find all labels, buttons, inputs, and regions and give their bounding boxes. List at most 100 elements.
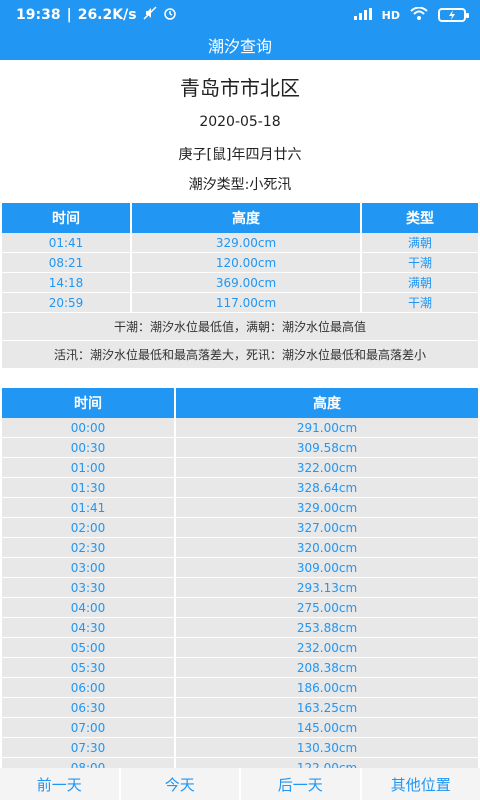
time-cell: 00:00 bbox=[2, 418, 176, 438]
table-row: 03:30 293.13cm bbox=[2, 578, 478, 598]
time-cell: 20:59 bbox=[2, 293, 132, 313]
type-cell: 满朝 bbox=[362, 273, 478, 293]
time-cell: 01:41 bbox=[2, 498, 176, 518]
table-row: 05:00 232.00cm bbox=[2, 638, 478, 658]
height-cell: 293.13cm bbox=[176, 578, 478, 598]
tide-note-2: 活汛：潮汐水位最低和最高落差大，死讯：潮汐水位最低和最高落差小 bbox=[2, 341, 478, 369]
table-row: 00:30 309.58cm bbox=[2, 438, 478, 458]
table-row: 08:21 120.00cm 干潮 bbox=[2, 253, 478, 273]
header-time: 时间 bbox=[2, 388, 176, 418]
header-type: 类型 bbox=[362, 203, 478, 233]
height-cell: 186.00cm bbox=[176, 678, 478, 698]
time-cell: 01:00 bbox=[2, 458, 176, 478]
summary-table-header: 时间 高度 类型 bbox=[2, 203, 478, 233]
time-cell: 02:30 bbox=[2, 538, 176, 558]
height-cell: 117.00cm bbox=[132, 293, 362, 313]
next-day-button[interactable]: 后一天 bbox=[241, 768, 362, 800]
height-cell: 322.00cm bbox=[176, 458, 478, 478]
table-row: 05:30 208.38cm bbox=[2, 658, 478, 678]
time-cell: 05:30 bbox=[2, 658, 176, 678]
type-cell: 满朝 bbox=[362, 233, 478, 253]
type-cell: 干潮 bbox=[362, 253, 478, 273]
status-separator: | bbox=[66, 7, 72, 23]
time-cell: 14:18 bbox=[2, 273, 132, 293]
table-row: 04:00 275.00cm bbox=[2, 598, 478, 618]
time-cell: 06:30 bbox=[2, 698, 176, 718]
height-cell: 253.88cm bbox=[176, 618, 478, 638]
time-cell: 04:30 bbox=[2, 618, 176, 638]
table-row: 01:00 322.00cm bbox=[2, 458, 478, 478]
table-row: 07:00 145.00cm bbox=[2, 718, 478, 738]
header-info: 青岛市市北区 2020-05-18 庚子[鼠]年四月廿六 潮汐类型:小死汛 bbox=[0, 60, 480, 193]
table-row: 01:30 328.64cm bbox=[2, 478, 478, 498]
height-cell: 232.00cm bbox=[176, 638, 478, 658]
status-right: HD bbox=[353, 6, 469, 23]
time-cell: 05:00 bbox=[2, 638, 176, 658]
mute-icon bbox=[143, 6, 157, 24]
summary-rows: 01:41 329.00cm 满朝 08:21 120.00cm 干潮 14:18 369.0… bbox=[2, 233, 478, 313]
wifi-icon bbox=[410, 6, 428, 23]
table-row: 07:30 130.30cm bbox=[2, 738, 478, 758]
table-row: 01:41 329.00cm bbox=[2, 498, 478, 518]
time-cell: 07:30 bbox=[2, 738, 176, 758]
time-cell: 08:21 bbox=[2, 253, 132, 273]
date-label: 2020-05-18 bbox=[199, 114, 281, 130]
table-row: 01:41 329.00cm 满朝 bbox=[2, 233, 478, 253]
table-row: 02:30 320.00cm bbox=[2, 538, 478, 558]
status-left: 19:38 | 26.2K/s bbox=[16, 6, 177, 24]
summary-table: 时间 高度 类型 01:41 329.00cm 满朝 08:21 120.00cm 干潮 1… bbox=[2, 203, 478, 369]
height-cell: 208.38cm bbox=[176, 658, 478, 678]
table-row: 20:59 117.00cm 干潮 bbox=[2, 293, 478, 313]
height-cell: 309.58cm bbox=[176, 438, 478, 458]
height-cell: 309.00cm bbox=[176, 558, 478, 578]
status-bar: 19:38 | 26.2K/s HD bbox=[0, 0, 480, 30]
height-cell: 320.00cm bbox=[176, 538, 478, 558]
today-button[interactable]: 今天 bbox=[120, 768, 241, 800]
height-cell: 130.30cm bbox=[176, 738, 478, 758]
hd-signal-label: HD bbox=[381, 8, 400, 22]
time-cell: 03:30 bbox=[2, 578, 176, 598]
network-speed: 26.2K/s bbox=[77, 7, 137, 23]
app-title: 潮汐查询 bbox=[207, 37, 272, 56]
table-row: 02:00 327.00cm bbox=[2, 518, 478, 538]
table-row: 06:00 186.00cm bbox=[2, 678, 478, 698]
detail-table-header: 时间 高度 bbox=[2, 388, 478, 418]
detail-table: 时间 高度 00:00 291.00cm 00:30 309.58cm 01:00 322… bbox=[2, 388, 478, 800]
lunar-date-label: 庚子[鼠]年四月廿六 bbox=[178, 147, 302, 163]
time-cell: 00:30 bbox=[2, 438, 176, 458]
tide-note-1: 干潮：潮汐水位最低值，满朝：潮汐水位最高值 bbox=[2, 313, 478, 341]
height-cell: 328.64cm bbox=[176, 478, 478, 498]
header-height: 高度 bbox=[176, 388, 478, 418]
time-cell: 01:41 bbox=[2, 233, 132, 253]
signal-icon bbox=[353, 7, 372, 23]
battery-icon bbox=[438, 8, 469, 22]
time-cell: 03:00 bbox=[2, 558, 176, 578]
header-time: 时间 bbox=[2, 203, 132, 233]
height-cell: 329.00cm bbox=[132, 233, 362, 253]
table-row: 03:00 309.00cm bbox=[2, 558, 478, 578]
other-location-button[interactable]: 其他位置 bbox=[361, 768, 480, 800]
status-time: 19:38 bbox=[16, 7, 61, 23]
height-cell: 275.00cm bbox=[176, 598, 478, 618]
detail-rows[interactable]: 00:00 291.00cm 00:30 309.58cm 01:00 322.00cm 0… bbox=[2, 418, 478, 800]
type-cell: 干潮 bbox=[362, 293, 478, 313]
height-cell: 369.00cm bbox=[132, 273, 362, 293]
prev-day-button[interactable]: 前一天 bbox=[0, 768, 121, 800]
bottom-nav: 前一天 今天 后一天 其他位置 bbox=[0, 768, 480, 800]
table-row: 00:00 291.00cm bbox=[2, 418, 478, 438]
app-bar: 潮汐查询 bbox=[0, 30, 480, 60]
time-cell: 04:00 bbox=[2, 598, 176, 618]
time-cell: 01:30 bbox=[2, 478, 176, 498]
height-cell: 120.00cm bbox=[132, 253, 362, 273]
table-row: 06:30 163.25cm bbox=[2, 698, 478, 718]
location-title: 青岛市市北区 bbox=[180, 76, 300, 100]
table-row: 04:30 253.88cm bbox=[2, 618, 478, 638]
height-cell: 327.00cm bbox=[176, 518, 478, 538]
tide-type-label: 潮汐类型:小死汛 bbox=[188, 177, 292, 193]
time-cell: 02:00 bbox=[2, 518, 176, 538]
time-cell: 07:00 bbox=[2, 718, 176, 738]
height-cell: 145.00cm bbox=[176, 718, 478, 738]
header-height: 高度 bbox=[132, 203, 362, 233]
height-cell: 163.25cm bbox=[176, 698, 478, 718]
time-cell: 06:00 bbox=[2, 678, 176, 698]
